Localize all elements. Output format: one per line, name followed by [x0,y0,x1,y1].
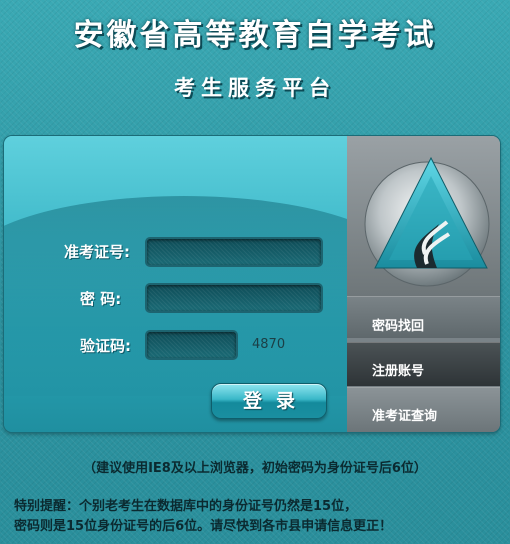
captcha-code[interactable]: 4870 [252,337,285,352]
exam-logo-icon [364,156,490,287]
exam-id-label: 准考证号: [64,243,130,261]
site-subtitle: 考生服务平台 [174,75,336,100]
password-input[interactable] [145,283,323,313]
side-item-ticket-query[interactable]: 准考证查询 [347,387,500,432]
captcha-input[interactable] [145,330,238,360]
password-label: 密 码: [80,290,122,308]
side-menu: 密码找回 注册账号 准考证查询 [347,136,500,432]
special-notice-line2: 密码则是15位身份证号的后6位。请尽快到各市县申请信息更正！ [14,519,393,534]
browser-tip: （建议使用IE8及以上浏览器，初始密码为身份证号后6位） [83,461,427,476]
side-item-password-recovery[interactable]: 密码找回 [347,296,500,338]
logo-area [347,136,500,296]
special-notice-line1: 特别提醒：个别老考生在数据库中的身份证号仍然是15位， [14,499,358,514]
exam-id-input[interactable] [145,237,323,267]
side-item-register[interactable]: 注册账号 [347,342,500,386]
site-title: 安徽省高等教育自学考试 [73,18,437,53]
captcha-label: 验证码: [80,337,131,355]
special-notice: 特别提醒：个别老考生在数据库中的身份证号仍然是15位， 密码则是15位身份证号的… [14,497,504,537]
login-button[interactable]: 登录 [211,383,327,419]
